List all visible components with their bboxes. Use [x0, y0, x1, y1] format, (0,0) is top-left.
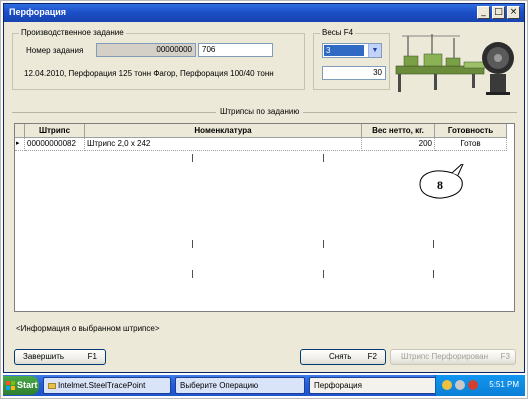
section-title: Штрипсы по заданию — [216, 107, 304, 116]
start-button[interactable]: Start — [3, 376, 39, 395]
title-bar[interactable]: Перфорация _ □ × — [4, 4, 524, 22]
grid-tick — [323, 154, 324, 162]
column-header-readiness[interactable]: Готовность — [435, 124, 507, 138]
remove-button-label: Снять — [329, 352, 352, 361]
finish-button-label: Завершить — [23, 352, 65, 361]
finish-button-key: F1 — [87, 352, 97, 361]
scales-select[interactable]: 3 ▼ — [322, 43, 382, 58]
taskbar-item-steeltracepoint[interactable]: Intelmet.SteelTracePoint — [43, 377, 171, 394]
grid-tick — [433, 240, 434, 248]
task-number-label: Номер задания — [26, 46, 84, 55]
taskbar-item-perforation[interactable]: Перфорация — [309, 377, 437, 394]
network-icon[interactable] — [442, 380, 452, 390]
column-header-nomenclature[interactable]: Номенклатура — [85, 124, 362, 138]
system-tray: 5:51 PM — [435, 375, 525, 396]
windows-logo-icon — [6, 381, 15, 390]
remove-button[interactable]: Снять F2 — [300, 349, 386, 365]
grid-tick — [323, 240, 324, 248]
taskbar-item-label: Intelmet.SteelTracePoint — [58, 381, 146, 390]
task-number-field[interactable]: 706 — [198, 43, 273, 57]
chevron-down-icon[interactable]: ▼ — [368, 44, 381, 57]
screenshot-frame: Перфорация _ □ × Производственное задани… — [0, 0, 528, 399]
clock: 5:51 PM — [489, 380, 519, 389]
row-marker[interactable]: ▸ — [15, 138, 25, 151]
taskbar-item-label: Выберите Операцию — [180, 381, 259, 390]
selected-strip-info: <Информация о выбранном штрипсе> — [16, 324, 160, 333]
scales-group: Весы F4 — [313, 28, 390, 90]
column-header-strip[interactable]: Штрипс — [25, 124, 85, 138]
task-description: 12.04.2010, Перфорация 125 тонн Фагор, П… — [24, 69, 274, 78]
grid-tick — [192, 240, 193, 248]
cell-readiness[interactable]: Готов — [435, 138, 507, 151]
security-icon[interactable] — [468, 380, 478, 390]
task-number-prefix-field: 00000000 — [96, 43, 196, 57]
grid-tick — [192, 154, 193, 162]
production-task-group-label: Производственное задание — [19, 28, 126, 37]
strip-perforated-button[interactable]: Штрипс Перфорирован F3 — [390, 349, 516, 365]
production-task-group: Производственное задание — [12, 28, 305, 90]
taskbar-item-label: Перфорация — [314, 381, 362, 390]
scales-selected-value: 3 — [324, 45, 364, 56]
grid-corner — [15, 124, 25, 138]
strips-grid: Штрипс Номенклатура Вес нетто, кг. Готов… — [14, 123, 515, 312]
volume-icon[interactable] — [455, 380, 465, 390]
minimize-button[interactable]: _ — [477, 6, 490, 19]
perforation-window: Перфорация _ □ × Производственное задани… — [3, 3, 525, 373]
cell-strip[interactable]: 00000000082 — [25, 138, 85, 151]
remove-button-key: F2 — [367, 352, 377, 361]
strip-perforated-button-key: F3 — [500, 352, 510, 361]
scales-group-label: Весы F4 — [320, 28, 356, 37]
cell-nomenclature[interactable]: Штрипс 2,0 х 242 — [85, 138, 362, 151]
folder-icon — [48, 383, 56, 389]
strip-perforated-button-label: Штрипс Перфорирован — [401, 352, 488, 361]
callout-number: 8 — [437, 178, 443, 192]
taskbar: Start Intelmet.SteelTracePoint Выберите … — [3, 375, 525, 396]
maximize-button[interactable]: □ — [492, 6, 505, 19]
grid-tick — [192, 270, 193, 278]
perforation-line-illustration — [395, 34, 514, 95]
column-header-net-weight[interactable]: Вес нетто, кг. — [362, 124, 435, 138]
taskbar-item-select-operation[interactable]: Выберите Операцию — [175, 377, 305, 394]
cell-net-weight[interactable]: 200 — [362, 138, 435, 151]
scales-value-field[interactable]: 30 — [322, 66, 386, 80]
grid-tick — [323, 270, 324, 278]
start-label: Start — [17, 380, 38, 390]
window-title: Перфорация — [9, 7, 67, 17]
close-button[interactable]: × — [507, 6, 520, 19]
grid-tick — [433, 270, 434, 278]
finish-button[interactable]: Завершить F1 — [14, 349, 106, 365]
